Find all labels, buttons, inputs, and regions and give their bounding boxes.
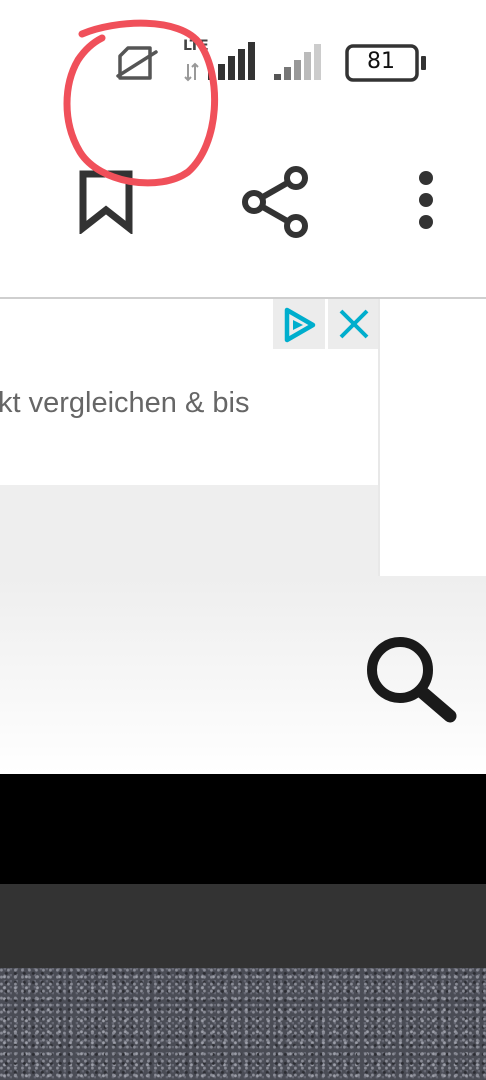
ad-choices-icon <box>284 307 316 343</box>
data-activity-icon <box>184 62 199 82</box>
ad-close-button[interactable] <box>328 299 380 349</box>
ad-text[interactable]: kt vergleichen & bis <box>0 387 249 420</box>
screen: LTE 81 kt vergleichen & bis <box>0 0 486 1080</box>
navigation-bar <box>0 884 486 968</box>
signal-strength-icon <box>208 42 255 80</box>
more-options-icon[interactable] <box>410 168 442 232</box>
ad-banner[interactable]: kt vergleichen & bis <box>0 299 380 576</box>
browser-toolbar <box>0 130 486 298</box>
search-icon[interactable] <box>362 632 462 728</box>
status-bar: LTE 81 <box>0 0 486 130</box>
content-banner <box>0 774 486 884</box>
no-sim-icon <box>116 46 158 80</box>
signal-strength-icon <box>274 44 321 80</box>
ad-choices-button[interactable] <box>273 299 325 349</box>
ad-border <box>378 299 380 576</box>
close-icon <box>339 309 369 339</box>
bookmark-icon[interactable] <box>78 170 136 234</box>
ad-footer <box>0 485 380 576</box>
battery-level: 81 <box>367 49 395 74</box>
hero-image <box>0 968 486 1080</box>
share-icon[interactable] <box>240 166 312 238</box>
lte-label: LTE <box>183 38 209 54</box>
